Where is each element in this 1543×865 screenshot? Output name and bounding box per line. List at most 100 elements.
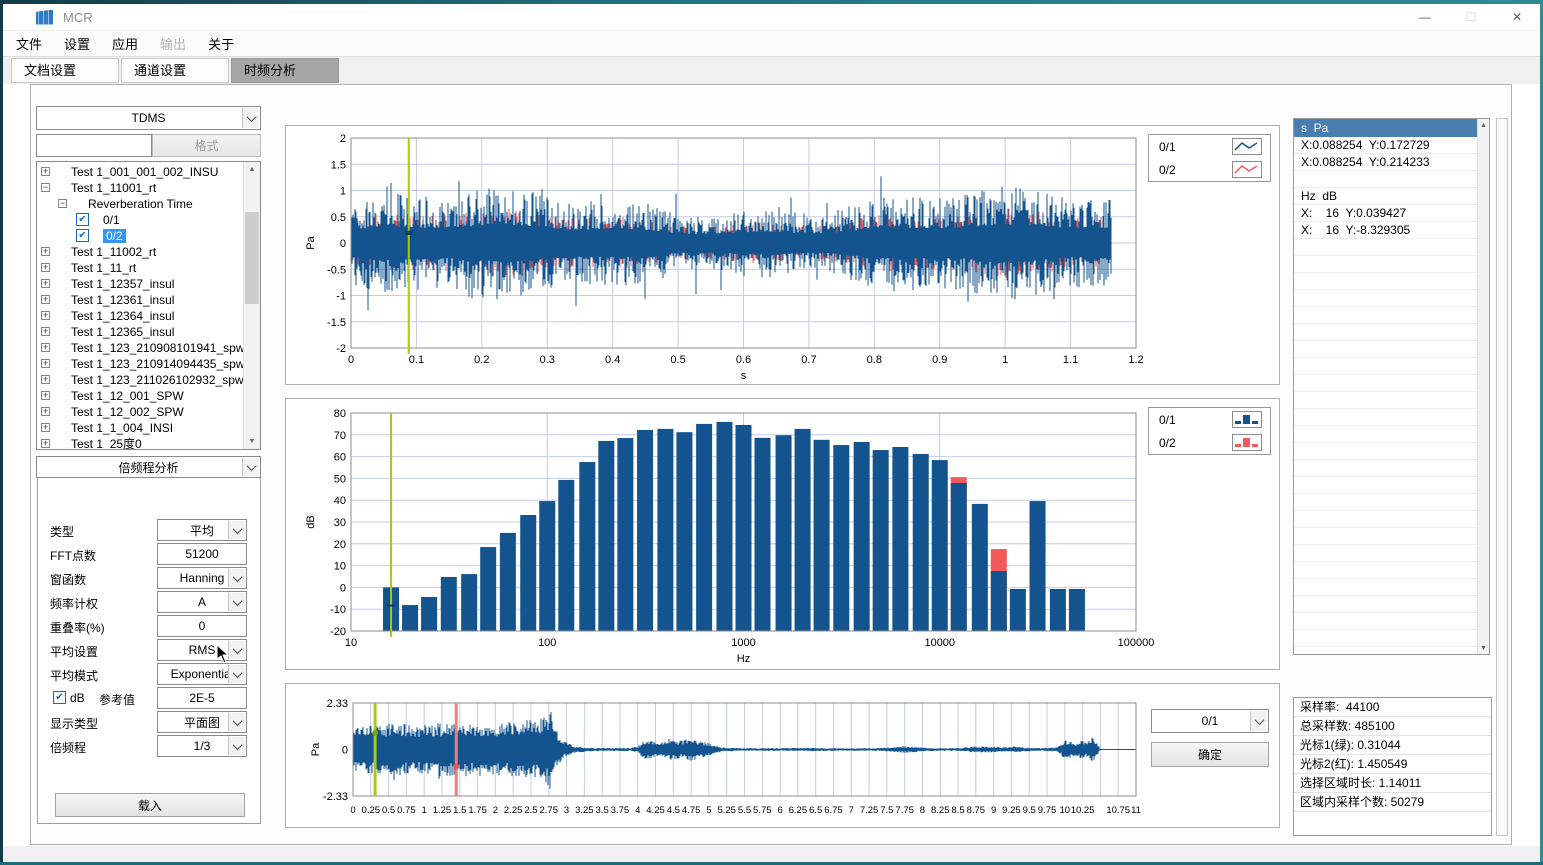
chevron-down-icon[interactable] [242,458,259,476]
form-select-显示类型[interactable]: 平面图 [157,711,247,733]
minimize-button[interactable]: — [1402,4,1448,30]
right-scroll-strip[interactable] [1496,118,1508,836]
expand-icon[interactable]: + [41,247,50,256]
tree-item[interactable]: +Test 1_25度0 [37,436,243,450]
format-button[interactable]: 格式 [152,134,261,157]
search-input[interactable] [36,134,152,157]
tree-item[interactable]: +Test 1_11002_rt [37,244,243,260]
tree-item[interactable]: ✔0/1 [37,212,243,228]
tree-item[interactable]: +Test 1_12364_insul [37,308,243,324]
expand-icon[interactable]: + [41,327,50,336]
bar-0-1 [854,442,870,631]
readout-scrollbar[interactable]: ▲ ▼ [1477,119,1489,654]
expand-icon[interactable]: + [41,167,50,176]
tree-scrollbar[interactable]: ▲ ▼ [243,162,260,449]
chevron-down-icon[interactable] [228,737,245,755]
expand-icon[interactable]: + [41,375,50,384]
tree-item[interactable]: +Test 1_123_210908101941_spw [37,340,243,356]
channel-select[interactable]: 0/1 [1151,709,1269,733]
time-waveform-chart[interactable]: 21.510.50-0.5-1-1.5-200.10.20.30.40.50.6… [286,126,1279,389]
octave-spectrum-chart[interactable]: 80706050403020100-10-2010100100010000100… [286,399,1279,674]
tree-item[interactable]: +Test 1_123_211026102932_spw [37,372,243,388]
menu-item-应用[interactable]: 应用 [101,34,149,53]
tree-item[interactable]: −Test 1_11001_rt [37,180,243,196]
tab-通道设置[interactable]: 通道设置 [121,58,229,83]
db-checkbox[interactable]: ✔ [53,691,66,704]
close-button[interactable]: ✕ [1494,4,1540,30]
expand-icon[interactable]: + [41,295,50,304]
svg-text:3: 3 [564,805,569,816]
form-select-平均设置[interactable]: RMS [157,639,247,661]
tab-时频分析[interactable]: 时频分析 [231,58,339,83]
chevron-down-icon[interactable] [1250,711,1267,731]
tree-item[interactable]: +Test 1_12_002_SPW [37,404,243,420]
menu-item-关于[interactable]: 关于 [197,34,245,53]
svg-text:1.5: 1.5 [331,159,346,171]
expand-icon[interactable]: + [41,279,50,288]
tree-item[interactable]: +Test 1_12_001_SPW [37,388,243,404]
form-select-平均模式[interactable]: Exponential [157,663,247,685]
maximize-button[interactable]: ☐ [1448,4,1494,30]
bar-0-1 [892,447,908,631]
tree-item[interactable]: −Reverberation Time [37,196,243,212]
collapse-icon[interactable]: − [58,199,67,208]
reference-value-input[interactable]: 2E-5 [157,687,247,709]
form-select-倍频程[interactable]: 1/3 [157,735,247,757]
tree-item[interactable]: +Test 1_1_004_INSI [37,420,243,436]
form-input-FFT点数[interactable]: 51200 [157,543,247,565]
scroll-down-icon[interactable]: ▼ [1478,642,1489,654]
file-format-select[interactable]: TDMS [36,106,261,130]
info-row: 区域内采样个数: 50279 [1294,793,1491,812]
tree-item[interactable]: +Test 1_11_rt [37,260,243,276]
tree-item[interactable]: +Test 1_12365_insul [37,324,243,340]
tab-文档设置[interactable]: 文档设置 [11,58,119,83]
collapse-icon[interactable]: − [41,183,50,192]
scroll-up-icon[interactable]: ▲ [244,162,260,177]
cursor-readout-panel: s Pa X:0.088254 Y:0.172729X:0.088254 Y:0… [1293,118,1490,655]
checkbox-checked-icon[interactable]: ✔ [76,229,89,242]
full-signal-panel: 2.330-2.3300.250.50.7511.251.51.7522.252… [285,683,1280,828]
expand-icon[interactable]: + [41,343,50,352]
confirm-button[interactable]: 确定 [1151,742,1269,767]
readout-row: X: 16 Y:0.039427 [1294,205,1477,222]
bar-0-1 [480,547,496,631]
expand-icon[interactable]: + [41,311,50,320]
expand-icon[interactable]: + [41,263,50,272]
scroll-down-icon[interactable]: ▼ [244,434,260,449]
load-button[interactable]: 载入 [55,793,245,817]
svg-text:1.2: 1.2 [1128,354,1143,366]
expand-icon[interactable]: + [41,391,50,400]
tree-item[interactable]: +Test 1_12357_insul [37,276,243,292]
tree-item[interactable]: ✔0/2 [37,228,243,244]
tree-item[interactable]: +Test 1_001_001_002_INSU [37,164,243,180]
expand-icon[interactable]: + [41,439,50,448]
chevron-down-icon[interactable] [228,665,245,683]
checkbox-checked-icon[interactable]: ✔ [76,213,89,226]
form-select-频率计权[interactable]: A [157,591,247,613]
form-select-窗函数[interactable]: Hanning [157,567,247,589]
chevron-down-icon[interactable] [228,521,245,539]
expand-icon[interactable]: + [41,407,50,416]
full-signal-chart[interactable]: 2.330-2.3300.250.50.7511.251.51.7522.252… [286,684,1279,832]
chevron-down-icon[interactable] [228,713,245,731]
tree-item[interactable]: +Test 1_12361_insul [37,292,243,308]
form-select-类型[interactable]: 平均 [157,519,247,541]
svg-text:0.5: 0.5 [331,212,346,224]
expand-icon[interactable]: + [41,423,50,432]
menu-item-设置[interactable]: 设置 [53,34,101,53]
chevron-down-icon[interactable] [228,569,245,587]
tree-scrollbar-thumb[interactable] [245,212,259,304]
scroll-up-icon[interactable]: ▲ [1478,119,1489,131]
expand-icon[interactable]: + [41,359,50,368]
tree-item[interactable]: +Test 1_123_210914094435_spw [37,356,243,372]
menu-item-文件[interactable]: 文件 [5,34,53,53]
form-input-重叠率(%)[interactable]: 0 [157,615,247,637]
analysis-type-select[interactable]: 倍频程分析 [36,456,261,478]
chevron-down-icon[interactable] [242,108,259,128]
file-format-select-value: TDMS [132,111,166,125]
chevron-down-icon[interactable] [228,593,245,611]
svg-text:0: 0 [340,582,346,594]
bar-0-1 [736,425,752,631]
menu-item-输出[interactable]: 输出 [149,34,197,53]
chevron-down-icon[interactable] [228,641,245,659]
